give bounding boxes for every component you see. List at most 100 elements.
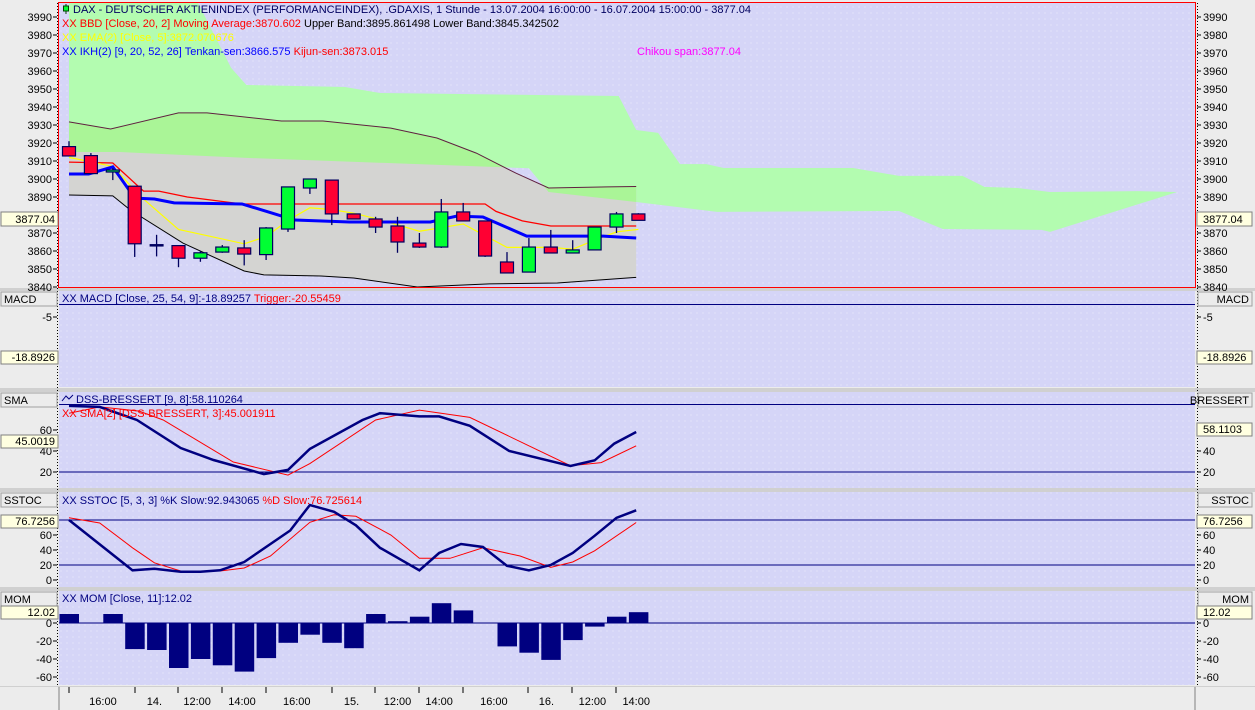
y-tick-label: 40	[1203, 545, 1215, 557]
candle-body	[105, 169, 120, 173]
candle-body	[259, 227, 274, 256]
x-tick-label: 15.	[344, 696, 359, 708]
sstoc-legend[interactable]: XX SSTOC [5, 3, 3] %K Slow:92.943065 %D …	[62, 495, 362, 507]
candle-body	[434, 211, 449, 248]
candle-body	[280, 186, 296, 230]
ema-legend[interactable]: XX EMA(2) [Close, 5]:3872.070676	[62, 32, 234, 44]
mom-bar	[585, 623, 605, 627]
chart-title: DAX - DEUTSCHER AKTIENINDEX (PERFORMANCE…	[73, 4, 751, 16]
macd-panel-label-right: MACD	[1217, 294, 1249, 306]
mom-bar	[519, 623, 539, 653]
mom-bar	[541, 623, 561, 660]
candle-body	[149, 244, 164, 247]
candle-body	[478, 220, 493, 257]
mom-bar	[234, 623, 255, 672]
y-tick-label: 3990	[1203, 12, 1227, 24]
xx-icon: XX	[62, 18, 77, 30]
mom-legend[interactable]: XX MOM [Close, 11]:12.02	[62, 593, 192, 605]
panel-splitter[interactable]	[0, 587, 1255, 591]
y-tick-label: 3860	[1203, 246, 1227, 258]
panel-splitter[interactable]	[0, 488, 1255, 492]
chikou-value: Chikou span:3877.04	[637, 46, 741, 58]
y-tick-label: 20	[1203, 560, 1215, 572]
y-tick-label: -60	[36, 672, 52, 684]
y-tick-label: 40	[1203, 446, 1215, 458]
sstoc-panel-label-right: SSTOC	[1211, 495, 1249, 507]
panel-splitter[interactable]	[0, 288, 1255, 291]
macd-badge-right: -18.8926	[1203, 352, 1246, 364]
x-tick-label: 14:00	[425, 696, 453, 708]
mom-bar	[169, 623, 189, 668]
y-tick-label: -5	[1203, 312, 1213, 324]
y-tick-label: 0	[46, 618, 52, 630]
xx-icon: XX	[62, 293, 77, 305]
candle-body	[302, 178, 317, 189]
y-tick-label: 3850	[1203, 264, 1227, 276]
mom-bar	[497, 623, 517, 647]
x-tick-label: 14.	[147, 696, 162, 708]
mom-bar	[125, 623, 145, 650]
x-tick-label: 16:00	[480, 696, 508, 708]
y-tick-label: 3940	[28, 102, 52, 114]
candlestick	[631, 213, 646, 221]
bbd-legend[interactable]: XX BBD [Close, 20, 2] Moving Average:387…	[62, 18, 559, 30]
sstoc-panel-label: SSTOC	[4, 495, 42, 507]
ema-value: EMA(2) [Close, 5]:3872.070676	[80, 32, 234, 44]
mom-value: MOM [Close, 11]:12.02	[80, 593, 192, 605]
x-tick-label: 16.	[539, 696, 554, 708]
candle-body	[215, 246, 230, 253]
candle-body	[346, 213, 361, 220]
mom-bar	[322, 623, 342, 643]
y-tick-label: 3970	[1203, 48, 1227, 60]
candle-body	[61, 146, 77, 157]
macd-plot-area[interactable]	[59, 291, 1195, 387]
y-tick-label: 40	[40, 545, 52, 557]
candle-body	[237, 247, 252, 255]
candle-body	[127, 185, 142, 245]
candlestick	[259, 227, 274, 260]
y-tick-label: -5	[42, 312, 52, 324]
candle-body	[324, 179, 339, 215]
y-tick-label: 3920	[1203, 138, 1227, 150]
sma-value: SMA[2] [DSS-BRESSERT, 3]:45.001911	[80, 408, 276, 420]
candle-body	[587, 226, 602, 251]
sma-legend[interactable]: XX SMA[2] [DSS-BRESSERT, 3]:45.001911	[62, 408, 276, 420]
y-tick-label: 0	[1203, 575, 1209, 587]
k-slow-value: SSTOC [5, 3, 3] %K Slow:92.943065	[80, 495, 260, 507]
tenkan-value: Tenkan-sen:3866.575	[185, 46, 291, 58]
ikh-legend[interactable]: XX IKH(2) [9, 20, 52, 26] Tenkan-sen:386…	[62, 46, 388, 58]
price-badge-right: 3877.04	[1203, 214, 1243, 226]
macd-legend[interactable]: XX MACD [Close, 25, 54, 9]:-18.89257 Tri…	[62, 293, 341, 305]
y-tick-label: 0	[1203, 618, 1209, 630]
dss-plot-area[interactable]	[59, 392, 1195, 488]
x-tick-label: 14:00	[228, 696, 256, 708]
panel-splitter[interactable]	[0, 388, 1255, 392]
dss-badge-left: 45.0019	[15, 436, 55, 448]
x-tick-label: 12:00	[183, 696, 211, 708]
d-slow-value: %D Slow:76.725614	[262, 495, 362, 507]
candlestick	[83, 153, 99, 175]
x-tick-label: 16:00	[283, 696, 311, 708]
mom-panel-label: MOM	[4, 594, 31, 606]
x-tick-label: 12:00	[579, 696, 607, 708]
dss-legend[interactable]: DSS-BRESSERT [9, 8]:58.110264	[76, 394, 243, 406]
mom-bar	[278, 623, 298, 643]
mom-bar	[628, 612, 649, 623]
y-tick-label: 60	[40, 530, 52, 542]
mom-bar	[103, 614, 123, 623]
candlestick	[478, 220, 493, 257]
mom-panel-label-right: MOM	[1222, 594, 1249, 606]
y-tick-label: 3900	[28, 174, 52, 186]
candle-body	[521, 246, 537, 273]
bbd-moving-average: Moving Average:3870.602	[173, 18, 301, 30]
y-tick-label: 3850	[28, 264, 52, 276]
y-tick-label: 3950	[28, 84, 52, 96]
y-tick-label: 3890	[28, 192, 52, 204]
chart-window: DAX - DEUTSCHER AKTIENINDEX (PERFORMANCE…	[0, 2, 1255, 710]
candle-body	[565, 249, 580, 254]
y-tick-label: 3900	[1203, 174, 1227, 186]
mom-bar	[563, 623, 583, 641]
mom-bar	[607, 616, 627, 623]
xx-icon: XX	[62, 32, 77, 44]
y-tick-label: 3960	[1203, 66, 1227, 78]
